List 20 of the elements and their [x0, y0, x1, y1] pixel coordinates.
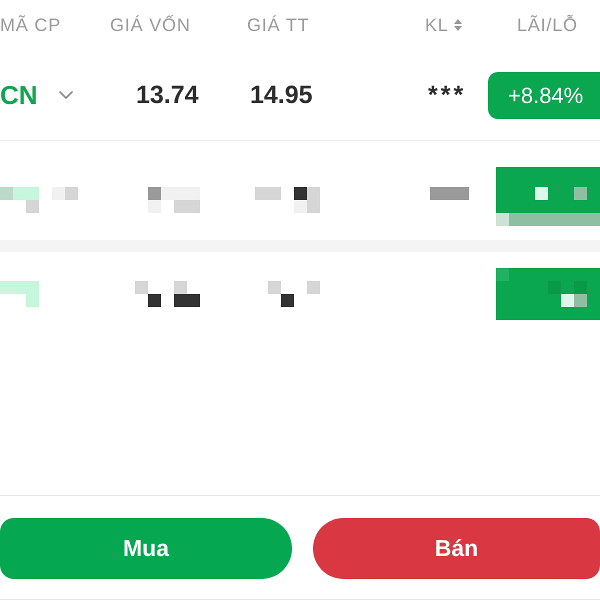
sell-button[interactable]: Bán	[313, 518, 600, 579]
column-header: LÃI/LỖ	[517, 14, 578, 36]
mosaic-drawing	[255, 187, 320, 213]
mosaic-drawing	[268, 281, 320, 307]
chevron-down-icon[interactable]	[58, 91, 73, 99]
buy-button[interactable]: Mua	[0, 518, 292, 579]
column-header: GIÁ VỐN	[110, 14, 191, 36]
volume-value: ***	[428, 80, 466, 110]
market-price: 14.95	[250, 80, 313, 110]
mosaic-drawing	[430, 187, 469, 200]
profit-loss-badge: +8.84%	[488, 72, 600, 118]
column-header: MÃ CP	[0, 14, 62, 36]
ticker-symbol[interactable]: CN	[0, 80, 38, 110]
column-header: KL	[425, 14, 449, 36]
cost-price: 13.74	[136, 80, 199, 110]
mosaic-drawing	[0, 281, 39, 307]
mosaic-drawing	[135, 281, 200, 307]
column-header: GIÁ TT	[247, 14, 310, 36]
sort-icon[interactable]	[454, 19, 462, 31]
mosaic-drawing	[148, 187, 200, 213]
